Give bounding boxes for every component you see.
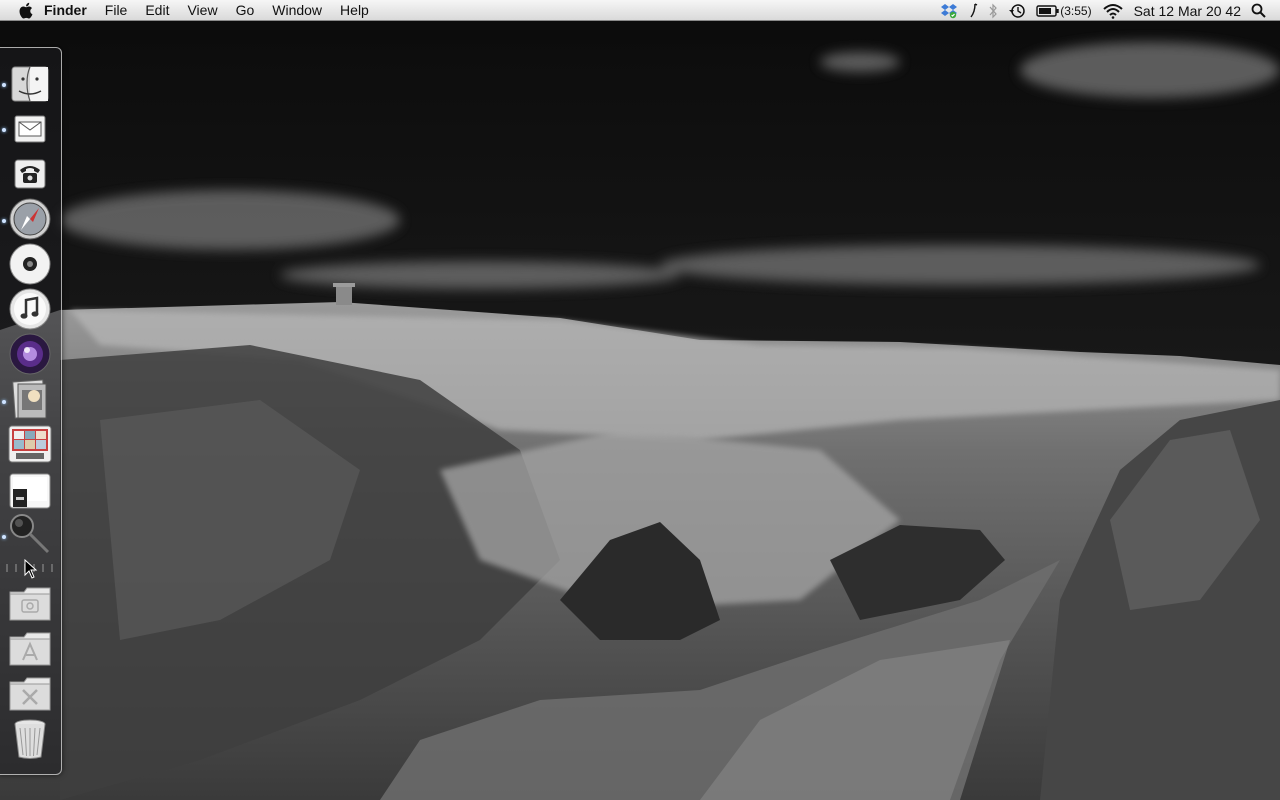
dock-item-spotlight[interactable] <box>7 513 53 555</box>
telephone-icon <box>14 159 46 189</box>
dropbox-status[interactable] <box>935 0 963 21</box>
menu-edit[interactable]: Edit <box>136 0 178 21</box>
running-indicator <box>2 128 6 132</box>
trash-icon <box>14 719 46 759</box>
front-row-icon <box>9 333 51 375</box>
dropbox-icon <box>941 3 958 18</box>
time-machine-icon <box>1009 3 1025 18</box>
magnifier-icon <box>10 514 50 554</box>
menu-bar: Finder File Edit View Go Window Help (3:… <box>0 0 1280 21</box>
dock-item-itunes[interactable] <box>7 288 53 330</box>
running-indicator <box>2 83 6 87</box>
battery-status[interactable]: (3:55) <box>1031 0 1096 21</box>
dock-item-dvd-player[interactable] <box>7 243 53 285</box>
dock-stack-utilities[interactable] <box>7 673 53 715</box>
apple-menu[interactable] <box>12 2 38 19</box>
dock-item-safari[interactable] <box>7 198 53 240</box>
dock-stack-applications[interactable] <box>7 628 53 670</box>
pictures-folder-icon <box>9 587 51 621</box>
time-machine-status[interactable] <box>1003 0 1031 21</box>
dock-item-address-book[interactable] <box>7 153 53 195</box>
preview-icon <box>12 379 47 419</box>
utilities-folder-icon <box>9 677 51 711</box>
spotlight-search-icon <box>1251 3 1266 18</box>
menu-go[interactable]: Go <box>227 0 264 21</box>
wifi-icon <box>1102 3 1123 19</box>
dock-item-photo-booth[interactable] <box>7 423 53 465</box>
itunes-icon <box>9 288 51 330</box>
wifi-status[interactable] <box>1097 0 1129 21</box>
menu-clock[interactable]: Sat 12 Mar 20 42 <box>1129 0 1246 21</box>
dock-stack-pictures[interactable] <box>7 583 53 625</box>
dock-item-front-row[interactable] <box>7 333 53 375</box>
spotlight-button[interactable] <box>1246 0 1280 21</box>
battery-time: (3:55) <box>1060 3 1092 18</box>
running-indicator <box>2 400 6 404</box>
running-indicator <box>2 219 6 223</box>
menu-window[interactable]: Window <box>263 0 331 21</box>
finder-icon <box>11 66 49 102</box>
music-status[interactable] <box>963 0 983 21</box>
music-note-icon <box>970 2 978 17</box>
safari-compass-icon <box>9 198 51 240</box>
apple-logo-icon <box>19 2 32 19</box>
dock-item-mail[interactable] <box>7 108 53 150</box>
running-indicator <box>2 535 6 539</box>
dock-item-finder[interactable] <box>7 63 53 105</box>
mouse-cursor-icon <box>24 559 38 579</box>
dock <box>0 47 62 775</box>
photo-booth-icon <box>8 425 52 463</box>
mail-icon <box>14 115 46 143</box>
terminal-icon <box>9 473 51 509</box>
battery-icon <box>1036 4 1059 17</box>
bluetooth-status[interactable] <box>983 0 1003 21</box>
desktop-wallpaper <box>0 0 1280 800</box>
applications-folder-icon <box>9 632 51 666</box>
bluetooth-icon <box>989 3 998 18</box>
status-area: (3:55) Sat 12 Mar 20 42 <box>935 0 1280 21</box>
dock-item-terminal[interactable] <box>7 470 53 512</box>
menu-file[interactable]: File <box>96 0 137 21</box>
menu-help[interactable]: Help <box>331 0 378 21</box>
menu-view[interactable]: View <box>178 0 226 21</box>
dvd-disc-icon <box>9 243 51 285</box>
menu-app-name[interactable]: Finder <box>38 0 96 21</box>
dock-item-trash[interactable] <box>7 718 53 760</box>
dock-item-preview[interactable] <box>7 378 53 420</box>
